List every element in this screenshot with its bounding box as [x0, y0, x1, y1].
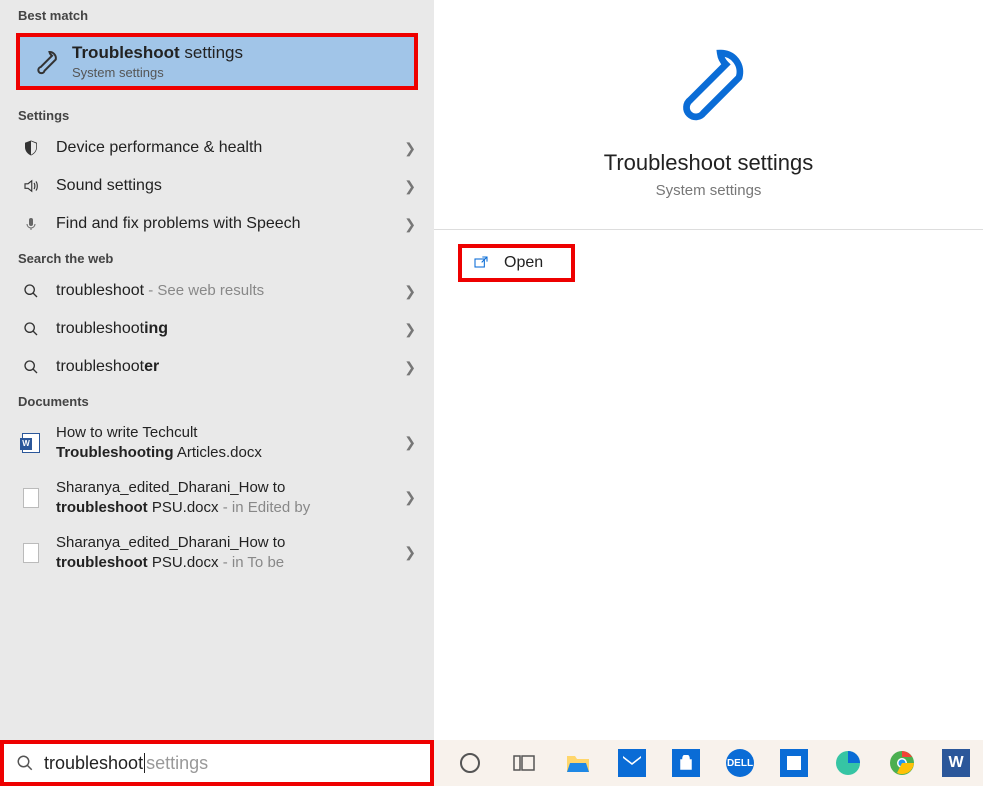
chrome-icon[interactable]: [886, 747, 918, 779]
store-icon[interactable]: [670, 747, 702, 779]
chevron-right-icon: ❯: [404, 216, 416, 233]
edge-icon[interactable]: [832, 747, 864, 779]
search-typed-text: troubleshoot: [44, 753, 143, 774]
wrench-icon: [30, 45, 64, 79]
chevron-right-icon: ❯: [404, 359, 416, 376]
detail-panel: Troubleshoot settings System settings Op…: [434, 0, 983, 740]
best-match-text: Troubleshoot settings System settings: [72, 43, 243, 80]
chevron-right-icon: ❯: [404, 283, 416, 300]
web-result-0[interactable]: troubleshoot - See web results ❯: [0, 272, 434, 310]
web-result-2[interactable]: troubleshooter ❯: [0, 348, 434, 386]
section-documents: Documents: [0, 386, 434, 415]
office-icon[interactable]: [778, 747, 810, 779]
chevron-right-icon: ❯: [404, 178, 416, 195]
chevron-right-icon: ❯: [404, 321, 416, 338]
taskbar: DELL W: [434, 740, 983, 786]
chevron-right-icon: ❯: [404, 489, 416, 506]
text-cursor: [144, 753, 145, 773]
file-icon: [18, 543, 44, 563]
open-button[interactable]: Open: [458, 244, 575, 282]
document-result-0[interactable]: W How to write Techcult Troubleshooting …: [0, 415, 434, 470]
detail-subtitle: System settings: [656, 182, 762, 199]
open-icon: [472, 255, 490, 271]
search-icon: [16, 754, 34, 772]
sound-icon: [18, 177, 44, 195]
search-icon: [18, 283, 44, 299]
settings-item-device-performance[interactable]: Device performance & health ❯: [0, 129, 434, 167]
document-result-1[interactable]: Sharanya_edited_Dharani_How to troublesh…: [0, 470, 434, 525]
section-best-match: Best match: [0, 0, 434, 29]
file-icon: [18, 488, 44, 508]
word-doc-icon: W: [18, 433, 44, 453]
open-label: Open: [504, 254, 543, 272]
cortana-icon[interactable]: [454, 747, 486, 779]
section-settings: Settings: [0, 100, 434, 129]
section-search-web: Search the web: [0, 243, 434, 272]
search-input[interactable]: troubleshoot settings: [0, 740, 434, 786]
taskview-icon[interactable]: [508, 747, 540, 779]
settings-item-speech[interactable]: Find and fix problems with Speech ❯: [0, 205, 434, 243]
wrench-icon: [664, 40, 754, 130]
search-icon: [18, 321, 44, 337]
detail-title: Troubleshoot settings: [604, 150, 814, 176]
shield-icon: [18, 139, 44, 157]
best-match-result[interactable]: Troubleshoot settings System settings: [16, 33, 418, 90]
settings-item-sound[interactable]: Sound settings ❯: [0, 167, 434, 205]
file-explorer-icon[interactable]: [562, 747, 594, 779]
web-result-1[interactable]: troubleshooting ❯: [0, 310, 434, 348]
chevron-right-icon: ❯: [404, 434, 416, 451]
search-hint-text: settings: [146, 753, 208, 774]
mail-icon[interactable]: [616, 747, 648, 779]
search-icon: [18, 359, 44, 375]
word-icon[interactable]: W: [940, 747, 972, 779]
chevron-right-icon: ❯: [404, 140, 416, 157]
search-results-panel: Best match Troubleshoot settings System …: [0, 0, 434, 740]
document-result-2[interactable]: Sharanya_edited_Dharani_How to troublesh…: [0, 525, 434, 580]
mic-icon: [18, 215, 44, 233]
dell-icon[interactable]: DELL: [724, 747, 756, 779]
chevron-right-icon: ❯: [404, 544, 416, 561]
divider: [434, 229, 983, 230]
